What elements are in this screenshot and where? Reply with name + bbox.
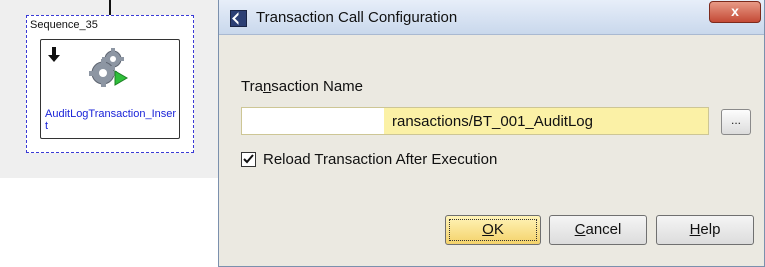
cancel-mnemonic: C xyxy=(574,221,586,238)
help-button[interactable]: Help xyxy=(656,215,754,245)
workflow-canvas: Sequence_35 AuditLogTransaction_Insert xyxy=(0,0,222,178)
connector-line xyxy=(109,0,111,16)
label-prefix: Tra xyxy=(241,78,263,95)
sequence-label: Sequence_35 xyxy=(30,19,98,31)
sequence-container[interactable]: Sequence_35 AuditLogTransaction_Insert xyxy=(26,15,194,153)
down-arrow-icon xyxy=(48,47,60,62)
label-suffix: saction Name xyxy=(271,78,364,95)
help-mnemonic: H xyxy=(689,221,701,238)
help-rest: elp xyxy=(700,221,721,238)
dialog-titlebar[interactable]: Transaction Call Configuration x xyxy=(219,0,764,35)
close-button[interactable]: x xyxy=(709,1,761,23)
cancel-button[interactable]: Cancel xyxy=(549,215,647,245)
reload-checkbox-label: Reload Transaction After Execution xyxy=(263,151,498,168)
ok-button[interactable]: OK xyxy=(445,215,541,245)
browse-button[interactable]: ... xyxy=(721,109,751,135)
reload-checkbox[interactable] xyxy=(241,152,256,167)
transaction-call-dialog: Transaction Call Configuration x Transac… xyxy=(218,0,765,267)
app-icon xyxy=(230,10,247,27)
cancel-rest: ancel xyxy=(585,221,622,238)
ok-mnemonic: O xyxy=(482,221,494,238)
dialog-title: Transaction Call Configuration xyxy=(256,9,458,26)
gear-play-icon xyxy=(89,48,128,87)
activity-label: AuditLogTransaction_Insert xyxy=(45,108,177,132)
ok-rest: K xyxy=(493,221,504,238)
checkmark-icon xyxy=(243,154,254,164)
transaction-name-input[interactable] xyxy=(241,107,709,135)
transaction-name-label: Transaction Name xyxy=(241,78,363,95)
transaction-activity-node[interactable]: AuditLogTransaction_Insert xyxy=(40,39,180,139)
